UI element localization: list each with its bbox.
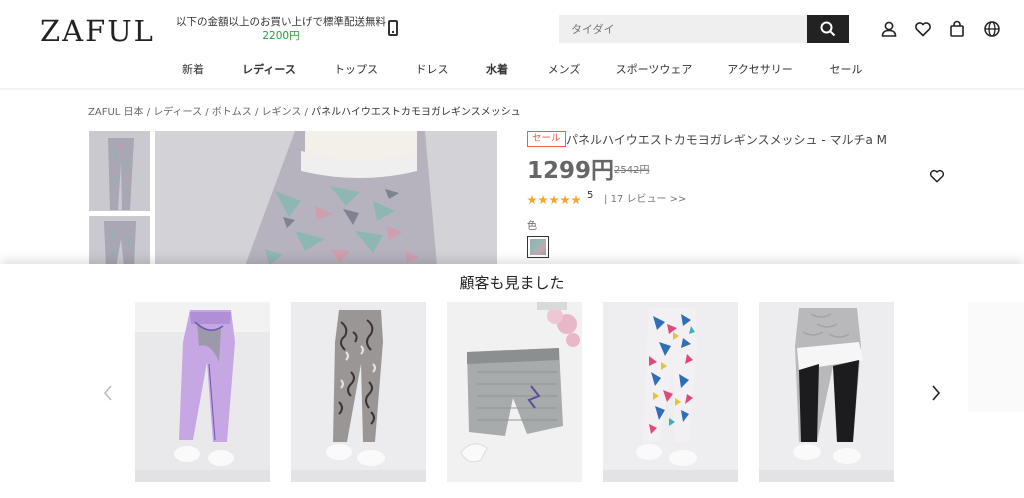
chevron-right-icon[interactable] xyxy=(930,384,942,402)
nav-tops[interactable]: トップス xyxy=(334,61,378,77)
thumbnail-image xyxy=(90,217,149,265)
star-icon xyxy=(527,195,537,205)
thumbnail-image xyxy=(90,132,149,210)
nav-ladies[interactable]: レディース xyxy=(242,61,296,77)
recommended-product-card[interactable] xyxy=(759,302,894,482)
breadcrumb-item[interactable]: レギンス xyxy=(262,107,302,118)
color-swatch[interactable] xyxy=(527,236,549,258)
chevron-left-icon[interactable] xyxy=(102,384,114,402)
zaful-logo[interactable]: ZAFUL xyxy=(40,14,155,48)
lavender-leggings-image xyxy=(135,302,270,482)
star-icon xyxy=(549,195,559,205)
original-price: 2542円 xyxy=(614,165,650,176)
promo-text: 以下の金額以上のお買い上げで標準配送無料 xyxy=(176,16,386,28)
breadcrumb-item[interactable]: ボトムス xyxy=(212,107,252,118)
customers-also-viewed-panel: 顧客も見ました xyxy=(0,264,1024,498)
colorblock-leggings-image xyxy=(759,302,894,482)
promo-amount: 2200円 xyxy=(262,30,300,42)
add-to-wishlist-heart-icon[interactable] xyxy=(929,168,945,184)
color-label: 色 xyxy=(527,221,537,232)
product-title: パネルハイウエストカモヨガレギンスメッシュ - マルチa M xyxy=(566,133,888,147)
user-icon[interactable] xyxy=(880,20,898,38)
main-nav: 新着 レディース トップス ドレス 水着 メンズ スポーツウェア アクセサリー … xyxy=(0,56,1024,84)
product-thumbnail[interactable] xyxy=(89,216,150,266)
star-icon xyxy=(538,195,548,205)
recommended-product-card[interactable] xyxy=(603,302,738,482)
globe-icon[interactable] xyxy=(983,20,1001,38)
breadcrumb-current: パネルハイウエストカモヨガレギンスメッシュ xyxy=(311,107,521,118)
breadcrumb: ZAFUL 日本 / レディース / ボトムス / レギンス / パネルハイウエ… xyxy=(88,107,521,118)
site-header: ZAFUL 以下の金額以上のお買い上げで標準配送無料 2200円 新着 レディー… xyxy=(0,0,1024,88)
nav-sportswear[interactable]: スポーツウェア xyxy=(616,61,693,77)
next-card-peek xyxy=(968,302,1024,412)
nav-sale[interactable]: セール xyxy=(830,61,863,77)
search-button[interactable] xyxy=(807,15,849,43)
nav-dresses[interactable]: ドレス xyxy=(416,61,449,77)
free-shipping-promo: 以下の金額以上のお買い上げで標準配送無料 2200円 xyxy=(176,15,386,43)
star-icon xyxy=(571,195,581,205)
product-thumbnail[interactable] xyxy=(89,131,150,211)
nav-new[interactable]: 新着 xyxy=(182,61,204,77)
panel-title: 顧客も見ました xyxy=(459,274,565,292)
nav-accessories[interactable]: アクセサリー xyxy=(727,61,792,77)
search-input[interactable] xyxy=(559,15,807,43)
shopping-bag-icon[interactable] xyxy=(948,20,966,38)
reviews-link[interactable]: | 17 レビュー >> xyxy=(604,190,686,205)
grey-shorts-image xyxy=(447,302,582,482)
header-divider xyxy=(0,88,1024,90)
search-icon xyxy=(820,21,836,37)
sale-badge: セール xyxy=(527,131,566,147)
nav-swimwear[interactable]: 水着 xyxy=(486,61,508,77)
recommended-product-card[interactable] xyxy=(291,302,426,482)
recommended-product-card[interactable] xyxy=(447,302,582,482)
nav-mens[interactable]: メンズ xyxy=(548,61,581,77)
tie-dye-leggings-image xyxy=(603,302,738,482)
wishlist-heart-icon[interactable] xyxy=(914,20,932,38)
breadcrumb-item[interactable]: ZAFUL 日本 xyxy=(88,107,144,118)
snakeskin-leggings-image xyxy=(291,302,426,482)
mobile-app-icon[interactable] xyxy=(388,20,398,36)
camo-leggings-photo xyxy=(155,131,497,266)
rating-stars xyxy=(527,190,582,205)
recommended-product-card[interactable] xyxy=(135,302,270,482)
rating-value: 5 xyxy=(587,190,594,201)
star-icon xyxy=(560,195,570,205)
breadcrumb-item[interactable]: レディース xyxy=(153,107,202,118)
product-price: 1299円 xyxy=(527,158,615,184)
main-product-image[interactable] xyxy=(155,131,497,266)
